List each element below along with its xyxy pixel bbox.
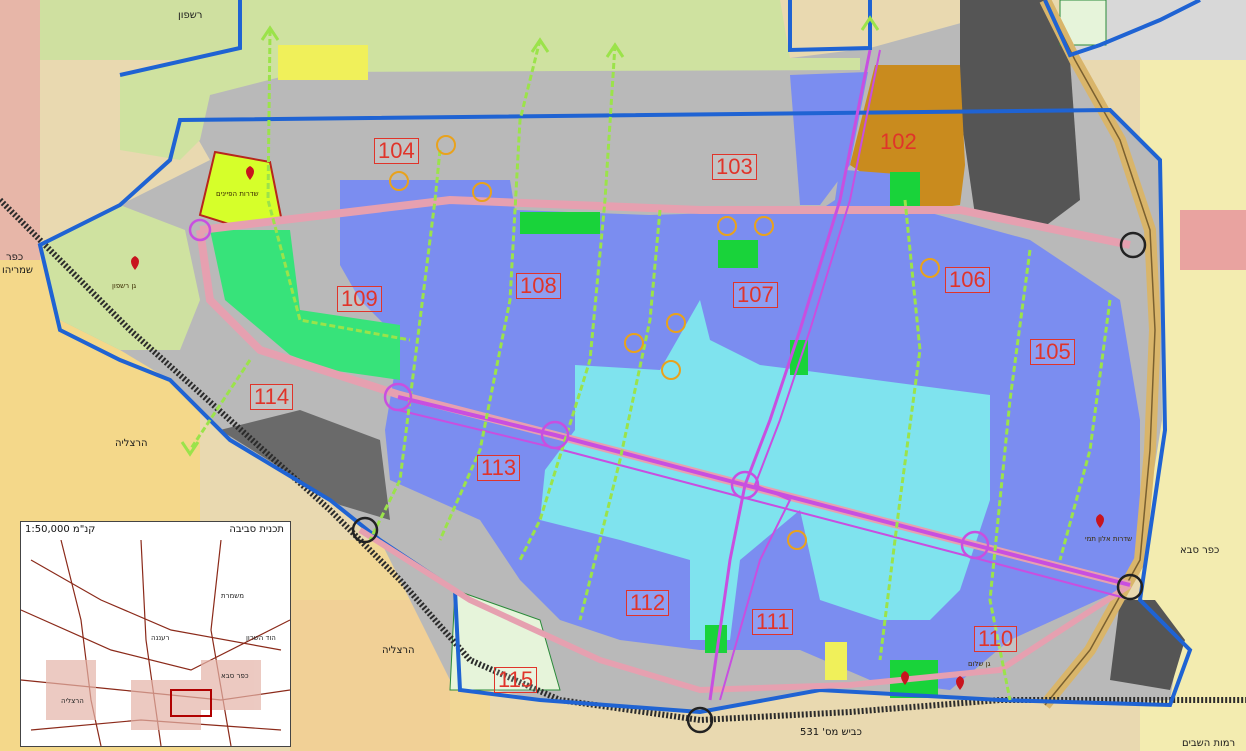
- inset-label-1: משמרת: [221, 592, 245, 600]
- inset-label-5: הוד השרון: [246, 634, 276, 642]
- yellow-dotted-2: [825, 642, 847, 680]
- public-green-2: [718, 240, 758, 268]
- zone-label-115: 115: [494, 667, 538, 693]
- yellow-dotted-1: [278, 45, 368, 80]
- zone-label-114: 114: [250, 384, 294, 410]
- regional-pink-right: [1180, 210, 1246, 270]
- zone-label-113: 113: [477, 455, 521, 481]
- zone-label-106: 106: [945, 267, 990, 293]
- place-label-kfar-shmaryahu-1: כפר: [6, 252, 24, 263]
- place-label-herzliya-bottom: הרצליה: [382, 645, 415, 656]
- zone-label-112: 112: [626, 590, 670, 616]
- inset-label-3: כפר סבא: [221, 672, 249, 680]
- zone-label-109: 109: [337, 286, 382, 312]
- inset-scale: קנ"מ 1:50,000: [25, 524, 96, 535]
- place-label-ramot-hashavim: רמות השבים: [1182, 738, 1236, 749]
- inset-urban-area: [131, 680, 201, 730]
- inset-title: תכנית סביבה: [229, 524, 284, 535]
- zone-label-108: 108: [516, 273, 561, 299]
- place-label-herzliya-left: הרצליה: [115, 438, 148, 449]
- inset-label-4: הרצליה: [61, 697, 84, 705]
- zone-label-103: 103: [712, 154, 757, 180]
- road-label-531: כביש מס' 531: [800, 727, 862, 738]
- zone-label-110: 110: [974, 626, 1018, 652]
- park-label-top: שדרות הפיינים: [216, 190, 259, 198]
- zone-label-102: 102: [880, 129, 917, 154]
- zone-label-107: 107: [733, 282, 778, 308]
- public-green-1: [520, 212, 600, 234]
- park-label-right: שדרות אלון תמי: [1085, 535, 1133, 543]
- park-label-left: גן רשפון: [112, 282, 137, 290]
- park-label-bottom: גן שלום: [968, 660, 991, 668]
- inset-locator-map: תכנית סביבה קנ"מ 1:50,000 משמרת רעננה כפ…: [20, 521, 291, 747]
- zone-label-105: 105: [1030, 339, 1075, 365]
- yellow-park-104: [198, 150, 284, 227]
- place-label-rishpon: רשפון: [178, 10, 203, 21]
- inset-urban-area: [46, 660, 96, 720]
- inset-label-2: רעננה: [151, 634, 170, 642]
- place-label-kfar-saba: כפר סבא: [1180, 545, 1220, 556]
- place-label-kfar-shmaryahu-2: שמריהו: [2, 265, 34, 276]
- inset-road-network: [21, 540, 290, 746]
- zone-label-111: 111: [752, 609, 794, 635]
- zone-label-104: 104: [374, 138, 419, 164]
